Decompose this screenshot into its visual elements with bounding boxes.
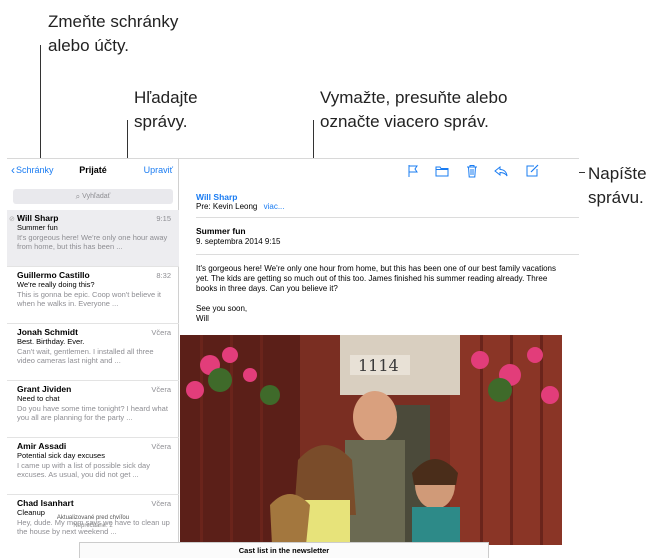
message-sender: Grant Jividen: [17, 384, 72, 394]
message-header: Will Sharp Pre: Kevin Leong viac...: [196, 192, 285, 212]
detail-subject: Summer fun: [196, 226, 246, 236]
header-divider: [196, 217, 579, 218]
house-number: 1114: [358, 356, 399, 375]
message-subject: Best. Birthday. Ever.: [17, 337, 85, 347]
mailbox-pane: ‹ Schránky Prijaté Upraviť ⌕ Vyhľadať ⊘ …: [7, 159, 179, 558]
body-signature: Will: [196, 314, 209, 323]
message-preview: It's gorgeous here! We're only one hour …: [17, 232, 168, 251]
callout-search: Hľadajte správy.: [134, 88, 198, 131]
message-time: Včera: [151, 328, 171, 337]
callout-compose: Napíšte správu.: [588, 164, 647, 207]
message-preview: I came up with a list of possible sick d…: [17, 460, 150, 479]
message-detail-pane: Will Sharp Pre: Kevin Leong viac... Summ…: [180, 159, 579, 558]
ipad-screen: ‹ Schránky Prijaté Upraviť ⌕ Vyhľadať ⊘ …: [7, 158, 579, 558]
reply-icon[interactable]: [493, 163, 509, 179]
callout-line-mailboxes: [40, 45, 41, 160]
message-subject: We're really doing this?: [17, 280, 95, 290]
search-icon: ⌕: [75, 191, 81, 201]
folder-icon[interactable]: [434, 163, 450, 179]
list-footer: Aktualizované pred chvíľou Neprečítané: …: [7, 514, 179, 530]
message-sender: Chad Isanhart: [17, 498, 74, 508]
message-time: 8:32: [156, 271, 171, 280]
detail-sender[interactable]: Will Sharp: [196, 192, 285, 202]
message-row[interactable]: ⊘ Will Sharp 9:15 Summer fun It's gorgeo…: [7, 210, 179, 267]
message-subject: Need to chat: [17, 394, 60, 404]
message-subject: Potential sick day excuses: [17, 451, 105, 461]
message-preview: Can't wait, gentlemen. I installed all t…: [17, 346, 154, 365]
message-preview: This is gonna be epic. Coop won't believ…: [17, 289, 162, 308]
message-row[interactable]: Grant Jividen Včera Need to chat Do you …: [7, 381, 179, 438]
attachment-icon: ⊘: [9, 216, 15, 223]
message-time: 9:15: [156, 214, 171, 223]
message-row[interactable]: Amir Assadi Včera Potential sick day exc…: [7, 438, 179, 495]
message-sender: Guillermo Castillo: [17, 270, 90, 280]
more-details-link[interactable]: viac...: [264, 202, 285, 211]
detail-date: 9. septembra 2014 9:15: [196, 237, 281, 246]
trash-icon[interactable]: [464, 163, 480, 179]
message-sender: Amir Assadi: [17, 441, 67, 451]
subject-divider: [196, 254, 579, 255]
message-time: Včera: [151, 499, 171, 508]
message-row[interactable]: Jonah Schmidt Včera Best. Birthday. Ever…: [7, 324, 179, 381]
edit-button[interactable]: Upraviť: [144, 165, 173, 175]
callout-edit: Vymažte, presuňte alebo označte viacero …: [320, 88, 508, 131]
message-time: Včera: [151, 385, 171, 394]
message-preview: Do you have some time tonight? I heard w…: [17, 403, 168, 422]
body-paragraph: It's gorgeous here! We're only one hour …: [196, 264, 556, 293]
draft-banner[interactable]: Cast list in the newsletter: [79, 542, 489, 558]
body-signoff: See you soon,: [196, 304, 248, 313]
message-time: Včera: [151, 442, 171, 451]
update-status: Aktualizované pred chvíľou: [56, 515, 130, 521]
message-list: ⊘ Will Sharp 9:15 Summer fun It's gorgeo…: [7, 210, 179, 552]
unread-count: Neprečítané: 2: [73, 523, 113, 529]
message-subject-block: Summer fun 9. septembra 2014 9:15: [196, 226, 281, 247]
message-body: It's gorgeous here! We're only one hour …: [196, 264, 566, 324]
message-subject: Summer fun: [17, 223, 58, 233]
callout-mailboxes: Zmeňte schránky alebo účty.: [48, 12, 179, 55]
family-photo: 1114: [180, 335, 562, 545]
detail-recipient: Pre: Kevin Leong: [196, 202, 258, 211]
message-row[interactable]: Guillermo Castillo 8:32 We're really doi…: [7, 267, 179, 324]
message-sender: Jonah Schmidt: [17, 327, 78, 337]
message-toolbar: [180, 159, 579, 183]
search-placeholder: Vyhľadať: [82, 193, 111, 200]
message-sender: Will Sharp: [17, 213, 59, 223]
search-field[interactable]: ⌕ Vyhľadať: [13, 189, 173, 204]
flag-icon[interactable]: [405, 163, 421, 179]
list-navbar: ‹ Schránky Prijaté Upraviť: [7, 159, 179, 183]
compose-icon[interactable]: [524, 163, 540, 179]
